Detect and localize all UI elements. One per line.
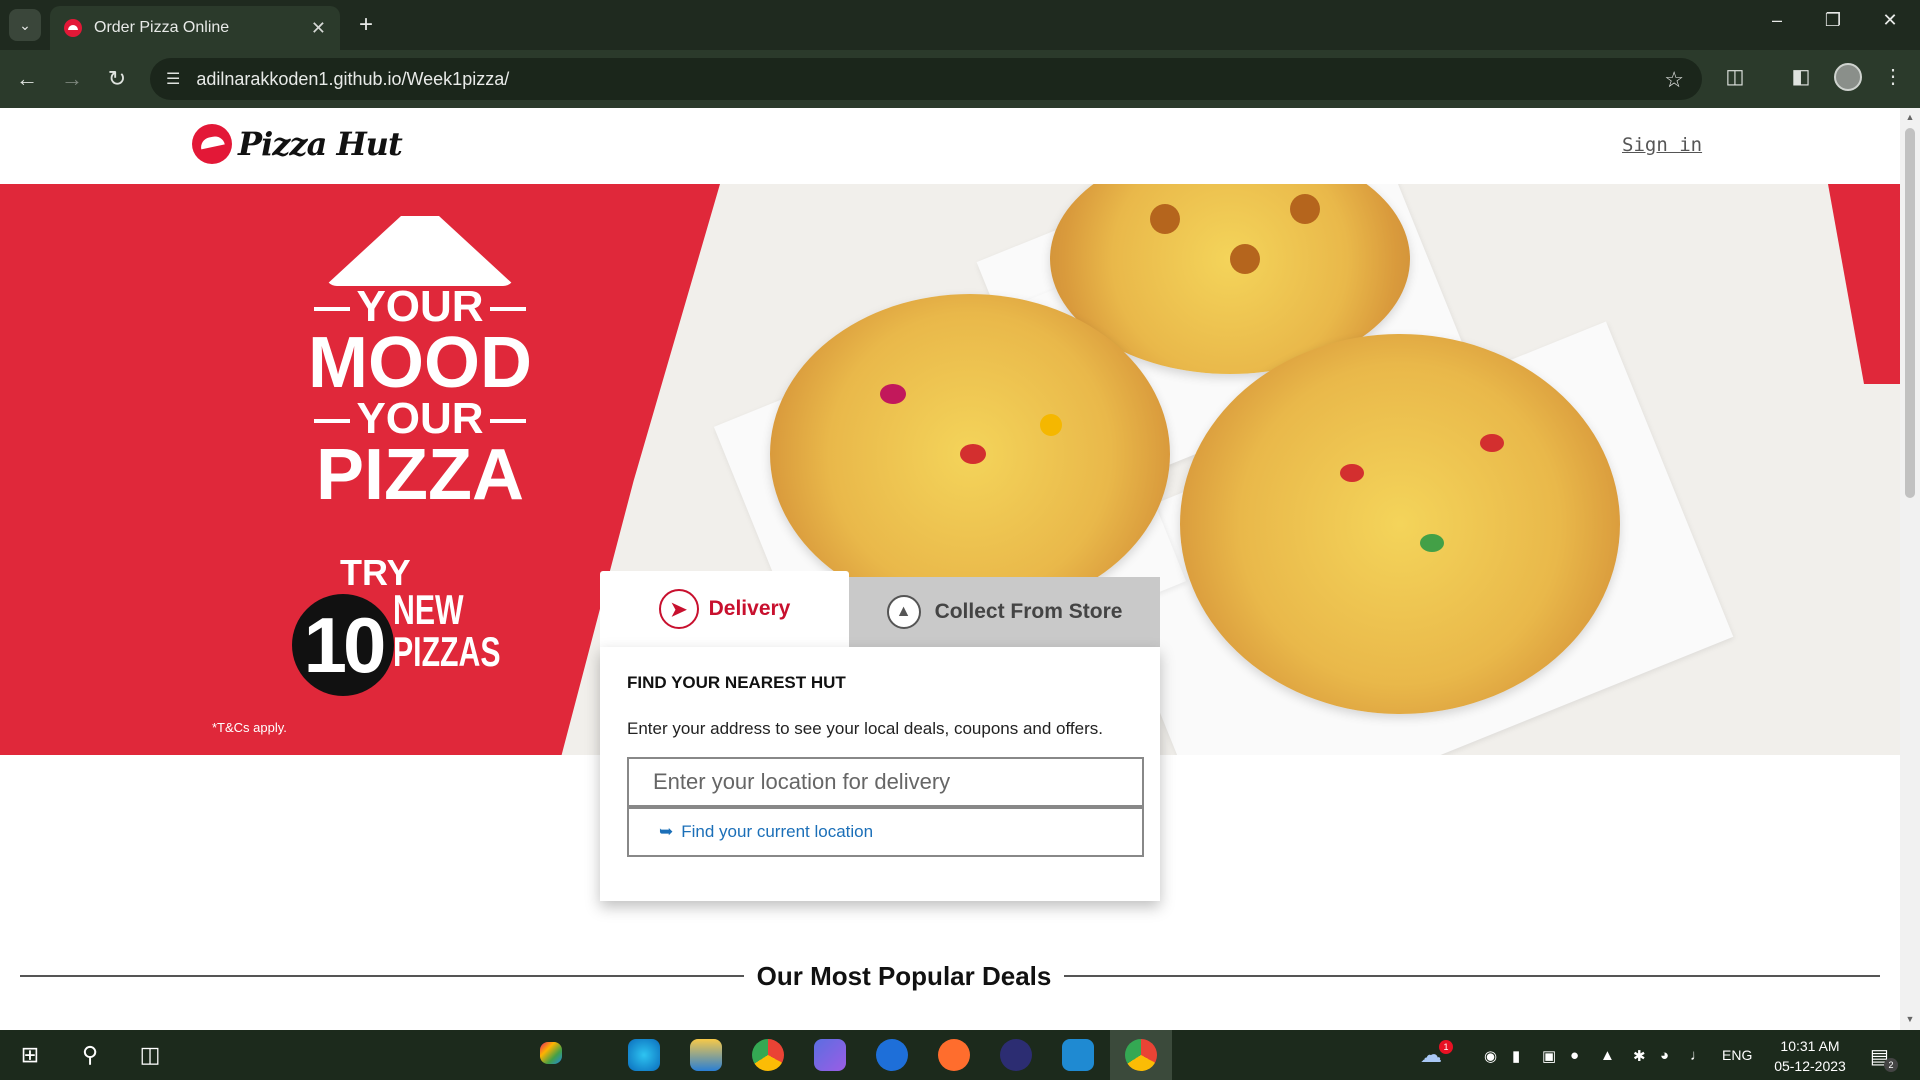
new-tab-icon[interactable]: + <box>350 9 382 41</box>
topping <box>1150 204 1180 234</box>
finder-title: FIND YOUR NEAREST HUT <box>627 673 846 692</box>
extensions-icon[interactable]: ◫ <box>1720 64 1750 89</box>
browser-tab-bar: ⌄ Order Pizza Online ✕ + – ❐ ✕ <box>0 0 1920 50</box>
topping <box>1290 194 1320 224</box>
pizza-hut-favicon <box>64 19 82 37</box>
profile-avatar[interactable] <box>1834 63 1862 91</box>
notification-count: 2 <box>1884 1058 1898 1072</box>
clock[interactable]: 10:31 AM 05-12-2023 <box>1765 1036 1855 1076</box>
store-icon: ▲ <box>886 595 921 629</box>
vscode-icon[interactable] <box>1062 1039 1094 1071</box>
headline-pizza: PIZZA <box>316 435 524 515</box>
app-icon-widgets[interactable] <box>540 1042 562 1064</box>
pizza-image <box>1180 334 1620 714</box>
finder-description: Enter your address to see your local dea… <box>627 719 1103 738</box>
side-panel-icon[interactable]: ◧ <box>1786 64 1816 89</box>
site-header: Pizza Hut Sign in <box>0 108 1900 184</box>
topping <box>1230 244 1260 274</box>
terms-note: *T&Cs apply. <box>212 720 287 735</box>
topping <box>1480 434 1504 452</box>
close-window-icon[interactable]: ✕ <box>1870 10 1910 31</box>
bluetooth-icon[interactable]: ✱ <box>1633 1047 1646 1065</box>
windows-taskbar: ⊞ ⚲ ◫ ☁ 1 ◉ ▮ ▣ ● ▲ ✱ ◕ ♩ ENG 10:31 AM 0… <box>0 1030 1920 1080</box>
location-arrow-icon: ➥ <box>659 822 674 841</box>
windows-start-icon[interactable]: ⊞ <box>14 1039 46 1071</box>
forward-icon[interactable]: → <box>57 64 87 94</box>
tray-app-icon-2[interactable]: ● <box>1570 1047 1579 1064</box>
browser-toolbar: ← → ↻ ☰ adilnarakkoden1.github.io/Week1p… <box>0 50 1920 108</box>
reload-icon[interactable]: ↻ <box>102 64 132 94</box>
tray-app-icon[interactable]: ◉ <box>1484 1047 1497 1065</box>
find-current-location-button[interactable]: ➥ Find your current location <box>627 807 1144 857</box>
scroll-up-icon[interactable]: ▲ <box>1905 112 1915 122</box>
tab-delivery[interactable]: ➤ Delivery <box>600 571 849 647</box>
deals-title: Our Most Popular Deals <box>756 961 1052 991</box>
weather-badge: 1 <box>1439 1040 1453 1054</box>
promo-new-pizzas: NEW PIZZAS <box>393 586 501 675</box>
delivery-scooter-icon: ➤ <box>658 589 699 629</box>
web-page: Pizza Hut Sign in YOUR MOOD YOUR PIZZA T… <box>0 108 1900 1030</box>
finder-card-body: FIND YOUR NEAREST HUT Enter your address… <box>600 647 1160 901</box>
sign-in-link[interactable]: Sign in <box>1622 134 1702 156</box>
topping <box>1340 464 1364 482</box>
divider-line <box>1064 975 1880 977</box>
chrome-active-icon[interactable] <box>1125 1039 1157 1071</box>
file-explorer-icon[interactable] <box>690 1039 722 1071</box>
minimize-icon[interactable]: – <box>1757 10 1797 31</box>
back-icon[interactable]: ← <box>12 64 42 94</box>
address-bar[interactable]: ☰ adilnarakkoden1.github.io/Week1pizza/ … <box>150 58 1702 100</box>
tab-list-icon[interactable]: ⌄ <box>9 9 41 41</box>
clock-date: 05-12-2023 <box>1774 1058 1846 1074</box>
close-tab-icon[interactable]: ✕ <box>311 18 326 39</box>
hut-roof-icon <box>192 124 232 164</box>
page-scrollbar[interactable]: ▲ ▼ <box>1900 108 1920 1030</box>
tab-delivery-label: Delivery <box>708 597 791 620</box>
tab-collect-label: Collect From Store <box>934 600 1123 623</box>
wifi-icon[interactable]: ◕ <box>1660 1047 1669 1064</box>
topping <box>1040 414 1062 436</box>
battery-icon[interactable]: ▮ <box>1512 1047 1520 1065</box>
url-text: adilnarakkoden1.github.io/Week1pizza/ <box>196 68 510 89</box>
topping <box>1420 534 1444 552</box>
app-icon-blue[interactable] <box>876 1039 908 1071</box>
chrome-icon[interactable] <box>752 1039 784 1071</box>
tab-title: Order Pizza Online <box>94 19 230 36</box>
camera-icon[interactable]: ▣ <box>1542 1047 1556 1065</box>
logo-text: Pizza Hut <box>238 125 403 163</box>
tab-collect-from-store[interactable]: ▲ Collect From Store <box>849 577 1160 647</box>
headline-mood: MOOD <box>308 323 532 403</box>
pizza-hut-logo[interactable]: Pizza Hut <box>192 124 403 164</box>
app-icon-orange[interactable] <box>938 1039 970 1071</box>
popular-deals-heading: Our Most Popular Deals <box>0 961 1900 991</box>
edge-icon[interactable] <box>628 1039 660 1071</box>
topping <box>960 444 986 464</box>
clock-time: 10:31 AM <box>1780 1038 1840 1054</box>
scroll-thumb[interactable] <box>1905 128 1915 498</box>
bookmark-star-icon[interactable]: ☆ <box>1664 67 1684 93</box>
promo-ten: 10 <box>292 594 394 696</box>
menu-icon[interactable]: ⋮ <box>1878 64 1908 89</box>
tray-app-icon-3[interactable]: ▲ <box>1600 1047 1615 1064</box>
find-current-location-label: Find your current location <box>681 822 874 841</box>
store-finder: ➤ Delivery ▲ Collect From Store FIND YOU… <box>600 571 1160 901</box>
location-input[interactable] <box>627 757 1144 807</box>
browser-tab[interactable]: Order Pizza Online ✕ <box>50 6 340 50</box>
topping <box>880 384 906 404</box>
volume-icon[interactable]: ♩ <box>1690 1047 1705 1064</box>
scroll-down-icon[interactable]: ▼ <box>1905 1014 1915 1024</box>
restore-icon[interactable]: ❐ <box>1813 10 1853 31</box>
search-icon[interactable]: ⚲ <box>74 1039 106 1071</box>
app-icon-eclipse[interactable] <box>1000 1039 1032 1071</box>
app-icon-purple[interactable] <box>814 1039 846 1071</box>
language-indicator[interactable]: ENG <box>1722 1030 1752 1080</box>
task-view-icon[interactable]: ◫ <box>134 1039 166 1071</box>
divider-line <box>20 975 744 977</box>
hero-red-corner <box>1828 184 1900 384</box>
site-info-icon[interactable]: ☰ <box>166 69 180 89</box>
